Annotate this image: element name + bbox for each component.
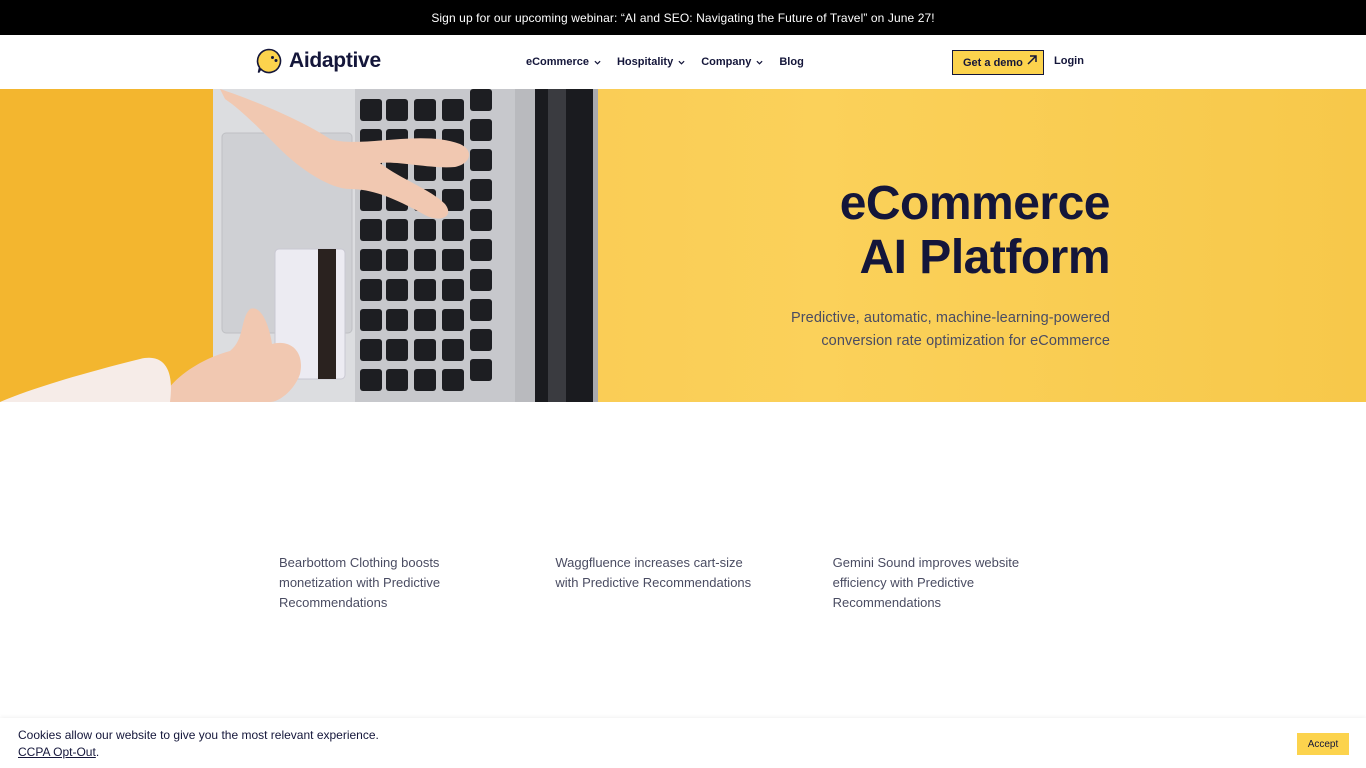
- chevron-down-icon: [678, 60, 685, 65]
- hero-title-line1: eCommerce: [839, 177, 1111, 230]
- case-study-gemini-sound[interactable]: Gemini Sound improves website efficiency…: [833, 553, 1109, 613]
- hero-subtitle-line1: Predictive, automatic, machine-learning-…: [790, 310, 1110, 326]
- chat-bubble-face-icon: [256, 48, 282, 74]
- case-study-bearbottom[interactable]: Bearbottom Clothing boosts monetization …: [279, 553, 555, 613]
- logo[interactable]: Aidaptive: [256, 48, 381, 74]
- logo-text: Aidaptive: [289, 49, 381, 72]
- nav-item-ecommerce[interactable]: eCommerce: [526, 56, 601, 68]
- nav-item-label: Hospitality: [616, 56, 674, 68]
- case-study-list: Bearbottom Clothing boosts monetization …: [279, 553, 1109, 613]
- laptop-hands-photo: [0, 89, 598, 402]
- cookie-banner: Cookies allow our website to give you th…: [0, 718, 1366, 768]
- chevron-down-icon: [756, 60, 763, 65]
- nav-item-label: Blog: [779, 56, 804, 68]
- case-study-waggfluence[interactable]: Waggfluence increases cart-size with Pre…: [555, 553, 832, 613]
- get-demo-button[interactable]: Get a demo: [952, 50, 1044, 75]
- cookie-message: Cookies allow our website to give you th…: [18, 728, 379, 742]
- chevron-down-icon: [594, 60, 601, 65]
- login-link[interactable]: Login: [1054, 55, 1084, 67]
- get-demo-label: Get a demo: [963, 56, 1023, 69]
- hero-title: eCommerce AI Platform: [791, 177, 1111, 285]
- accept-cookies-button[interactable]: Accept: [1297, 733, 1349, 755]
- site-header: Aidaptive eCommerce Hospitality Company …: [0, 35, 1366, 89]
- cookie-text-block: Cookies allow our website to give you th…: [18, 727, 379, 761]
- nav-item-label: Company: [701, 56, 752, 68]
- hero-subtitle: Predictive, automatic, machine-learning-…: [791, 307, 1110, 352]
- arrow-up-right-icon: [1027, 54, 1037, 65]
- hero-subtitle-line2: conversion rate optimization for eCommer…: [821, 332, 1110, 349]
- nav-item-label: eCommerce: [526, 56, 589, 68]
- cookie-link-row: CCPA Opt-Out.: [18, 744, 379, 761]
- hero-text: eCommerce AI Platform Predictive, automa…: [791, 177, 1111, 352]
- hero-section: eCommerce AI Platform Predictive, automa…: [0, 89, 1366, 402]
- announcement-link[interactable]: Sign up for our upcoming webinar: “AI an…: [431, 11, 934, 25]
- announcement-bar: Sign up for our upcoming webinar: “AI an…: [0, 0, 1366, 35]
- cookie-link-suffix: .: [95, 745, 100, 759]
- nav-item-blog[interactable]: Blog: [779, 56, 803, 68]
- main-nav: eCommerce Hospitality Company Blog: [526, 35, 820, 89]
- nav-item-hospitality[interactable]: Hospitality: [617, 56, 685, 68]
- ccpa-opt-out-link[interactable]: CCPA Opt-Out: [18, 745, 96, 759]
- nav-item-company[interactable]: Company: [701, 56, 763, 68]
- hero-title-line2: AI Platform: [859, 231, 1110, 284]
